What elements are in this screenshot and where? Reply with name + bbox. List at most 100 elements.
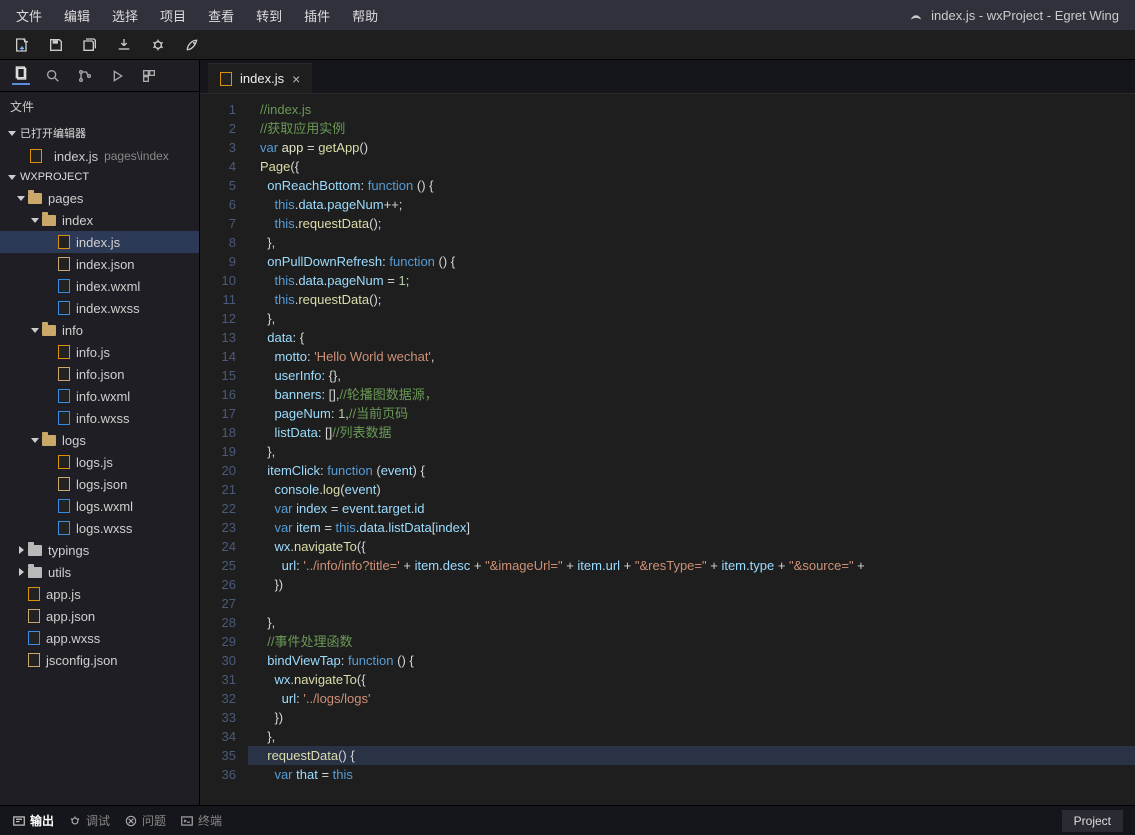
folder-icon <box>28 545 42 556</box>
tree-file[interactable]: logs.wxml <box>0 495 199 517</box>
code-editor[interactable]: 1234567891011121314151617181920212223242… <box>200 94 1135 805</box>
tree-folder[interactable]: logs <box>0 429 199 451</box>
json-file-icon <box>58 477 70 491</box>
tree-item-label: jsconfig.json <box>46 653 118 668</box>
editor-tab-label: index.js <box>240 71 284 86</box>
toolbar <box>0 30 1135 60</box>
tree-file[interactable]: logs.json <box>0 473 199 495</box>
status-bar: 输出 调试 问题 终端 Project <box>0 805 1135 835</box>
explorer-tab-icon[interactable] <box>12 67 30 85</box>
status-left: 输出 调试 问题 终端 <box>12 812 222 829</box>
menu-item[interactable]: 文件 <box>6 2 52 29</box>
caret-down-icon <box>31 328 39 333</box>
tree-folder[interactable]: info <box>0 319 199 341</box>
tree-folder[interactable]: pages <box>0 187 199 209</box>
js-file-icon <box>58 235 70 249</box>
tree-item-label: logs.json <box>76 477 127 492</box>
tree-file[interactable]: app.wxss <box>0 627 199 649</box>
editor-tabbar: index.js × <box>200 60 1135 94</box>
tree-file[interactable]: info.wxss <box>0 407 199 429</box>
editor-tab[interactable]: index.js × <box>208 63 312 93</box>
debug-tab-icon[interactable] <box>108 67 126 85</box>
code-content[interactable]: //index.js//获取应用实例var app = getApp()Page… <box>248 94 1135 805</box>
tree-item-label: info.js <box>76 345 110 360</box>
tree-folder[interactable]: index <box>0 209 199 231</box>
tree-folder[interactable]: typings <box>0 539 199 561</box>
search-tab-icon[interactable] <box>44 67 62 85</box>
json-file-icon <box>58 257 70 271</box>
caret-down-icon <box>8 175 16 180</box>
window-title: index.js - wxProject - Egret Wing <box>909 8 1129 23</box>
extensions-tab-icon[interactable] <box>140 67 158 85</box>
tree-file[interactable]: index.js <box>0 231 199 253</box>
menu-item[interactable]: 插件 <box>294 2 340 29</box>
tree-file[interactable]: app.js <box>0 583 199 605</box>
js-file-icon <box>58 345 70 359</box>
tree-item-label: app.json <box>46 609 95 624</box>
tree-file[interactable]: info.js <box>0 341 199 363</box>
wxss-file-icon <box>58 411 70 425</box>
menu-item[interactable]: 查看 <box>198 2 244 29</box>
wxml-file-icon <box>58 279 70 293</box>
sidebar-header: 文件 <box>0 92 199 121</box>
tree-item-label: index.json <box>76 257 135 272</box>
menu-item[interactable]: 转到 <box>246 2 292 29</box>
json-file-icon <box>58 367 70 381</box>
open-editor-item[interactable]: index.js pages\index <box>0 145 199 167</box>
rocket-icon[interactable] <box>184 37 200 53</box>
tree-item-label: info.wxml <box>76 389 130 404</box>
js-file-icon <box>58 455 70 469</box>
git-tab-icon[interactable] <box>76 67 94 85</box>
json-file-icon <box>28 653 40 667</box>
menu-item[interactable]: 项目 <box>150 2 196 29</box>
tree-item-label: logs.wxml <box>76 499 133 514</box>
close-icon[interactable]: × <box>292 71 300 87</box>
title-bar: 文件编辑选择项目查看转到插件帮助 index.js - wxProject - … <box>0 0 1135 30</box>
sidebar-tabs <box>0 60 199 92</box>
tree-item-label: info.json <box>76 367 124 382</box>
tree-file[interactable]: logs.wxss <box>0 517 199 539</box>
open-editor-name: index.js <box>54 149 98 164</box>
project-label: WXPROJECT <box>20 171 89 183</box>
project-section[interactable]: WXPROJECT <box>0 167 199 187</box>
tree-file[interactable]: info.wxml <box>0 385 199 407</box>
status-terminal[interactable]: 终端 <box>180 812 222 829</box>
tree-item-label: logs.wxss <box>76 521 132 536</box>
download-icon[interactable] <box>116 37 132 53</box>
new-file-icon[interactable] <box>14 37 30 53</box>
tree-item-label: info.wxss <box>76 411 129 426</box>
status-project-button[interactable]: Project <box>1062 810 1123 832</box>
tree-item-label: utils <box>48 565 71 580</box>
wxss-file-icon <box>58 521 70 535</box>
tree-folder[interactable]: utils <box>0 561 199 583</box>
folder-icon <box>42 325 56 336</box>
tree-item-label: logs.js <box>76 455 113 470</box>
wxml-file-icon <box>58 389 70 403</box>
status-output[interactable]: 输出 <box>12 812 54 829</box>
open-editor-path: pages\index <box>104 149 169 163</box>
tree-file[interactable]: index.json <box>0 253 199 275</box>
tree-file[interactable]: index.wxss <box>0 297 199 319</box>
js-file-icon <box>220 72 232 86</box>
json-file-icon <box>28 609 40 623</box>
tree-file[interactable]: app.json <box>0 605 199 627</box>
status-debug[interactable]: 调试 <box>68 812 110 829</box>
menu-item[interactable]: 选择 <box>102 2 148 29</box>
tree-file[interactable]: info.json <box>0 363 199 385</box>
menu-item[interactable]: 编辑 <box>54 2 100 29</box>
save-icon[interactable] <box>48 37 64 53</box>
tree-file[interactable]: index.wxml <box>0 275 199 297</box>
folder-icon <box>42 435 56 446</box>
tree-item-label: index.js <box>76 235 120 250</box>
folder-icon <box>28 193 42 204</box>
folder-icon <box>42 215 56 226</box>
menu-item[interactable]: 帮助 <box>342 2 388 29</box>
bug-icon[interactable] <box>150 37 166 53</box>
tree-file[interactable]: jsconfig.json <box>0 649 199 671</box>
save-all-icon[interactable] <box>82 37 98 53</box>
tree-item-label: index <box>62 213 93 228</box>
status-problems[interactable]: 问题 <box>124 812 166 829</box>
tree-file[interactable]: logs.js <box>0 451 199 473</box>
editor-area: index.js × 12345678910111213141516171819… <box>200 60 1135 805</box>
open-editors-section[interactable]: 已打开编辑器 <box>0 121 199 145</box>
